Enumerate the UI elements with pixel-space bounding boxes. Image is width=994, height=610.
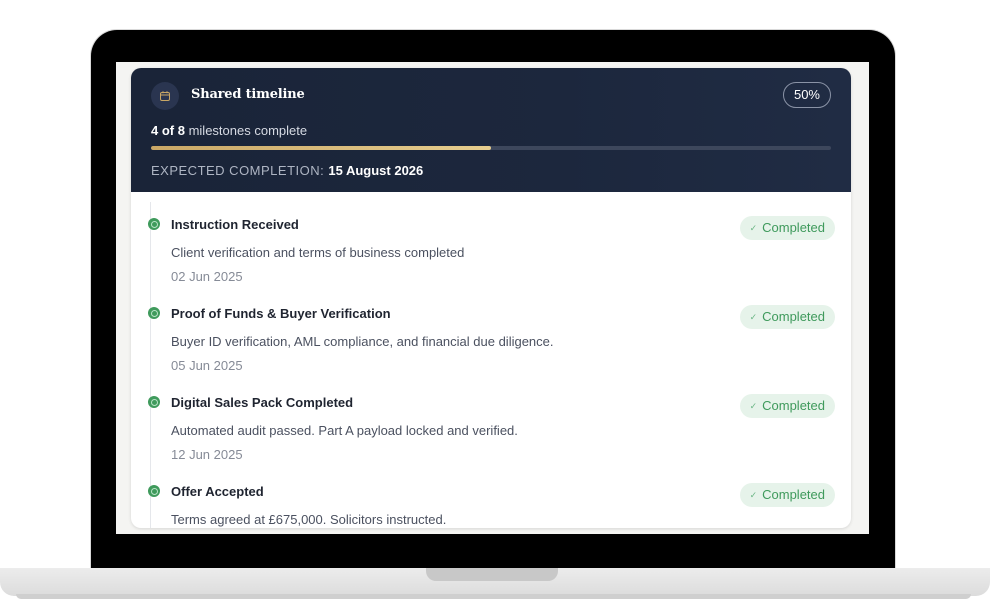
milestone-title: Offer Accepted [171, 484, 264, 499]
check-circle-icon [148, 396, 160, 408]
check-icon: ✓ [749, 401, 758, 411]
milestone-list: Instruction Received Client verification… [131, 192, 851, 528]
milestone-description: Buyer ID verification, AML compliance, a… [171, 334, 554, 349]
milestones-summary: 4 of 8 milestones complete [151, 123, 307, 138]
check-circle-icon [148, 307, 160, 319]
milestone-item: Digital Sales Pack Completed Automated a… [131, 370, 851, 462]
milestones-count: 4 of 8 [151, 123, 185, 138]
status-label: Completed [762, 398, 825, 413]
timeline-title: Shared timeline [191, 87, 305, 102]
milestones-suffix: milestones complete [188, 123, 308, 138]
expected-completion-date: 15 August 2026 [328, 163, 424, 178]
milestone-item: Offer Accepted Terms agreed at £675,000.… [131, 459, 851, 528]
check-icon: ✓ [749, 223, 758, 233]
milestone-description: Terms agreed at £675,000. Solicitors ins… [171, 512, 447, 527]
milestone-description: Automated audit passed. Part A payload l… [171, 423, 518, 438]
calendar-icon [151, 82, 179, 110]
status-badge: ✓ Completed [739, 483, 835, 507]
milestone-description: Client verification and terms of busines… [171, 245, 465, 260]
status-label: Completed [762, 487, 825, 502]
laptop-base-shadow [16, 594, 971, 599]
status-label: Completed [762, 309, 825, 324]
timeline-card: Shared timeline 50% 4 of 8 milestones co… [131, 68, 851, 528]
check-circle-icon [148, 485, 160, 497]
milestone-item: Instruction Received Client verification… [131, 192, 851, 284]
status-badge: ✓ Completed [739, 394, 835, 418]
milestone-item: Proof of Funds & Buyer Verification Buye… [131, 281, 851, 373]
progress-bar [151, 146, 831, 150]
milestone-title: Instruction Received [171, 217, 299, 232]
status-badge: ✓ Completed [739, 305, 835, 329]
laptop-notch [426, 568, 558, 581]
check-icon: ✓ [749, 312, 758, 322]
status-badge: ✓ Completed [739, 216, 835, 240]
status-label: Completed [762, 220, 825, 235]
timeline-header: Shared timeline 50% 4 of 8 milestones co… [131, 68, 851, 192]
check-circle-icon [148, 218, 160, 230]
check-icon: ✓ [749, 490, 758, 500]
milestone-title: Proof of Funds & Buyer Verification [171, 306, 391, 321]
expected-completion: EXPECTED COMPLETION: 15 August 2026 [151, 163, 423, 178]
expected-completion-label: EXPECTED COMPLETION: [151, 163, 325, 178]
milestone-title: Digital Sales Pack Completed [171, 395, 354, 410]
progress-bar-fill [151, 146, 491, 150]
progress-percent-badge: 50% [782, 82, 831, 108]
laptop-screen: Shared timeline 50% 4 of 8 milestones co… [116, 62, 869, 534]
